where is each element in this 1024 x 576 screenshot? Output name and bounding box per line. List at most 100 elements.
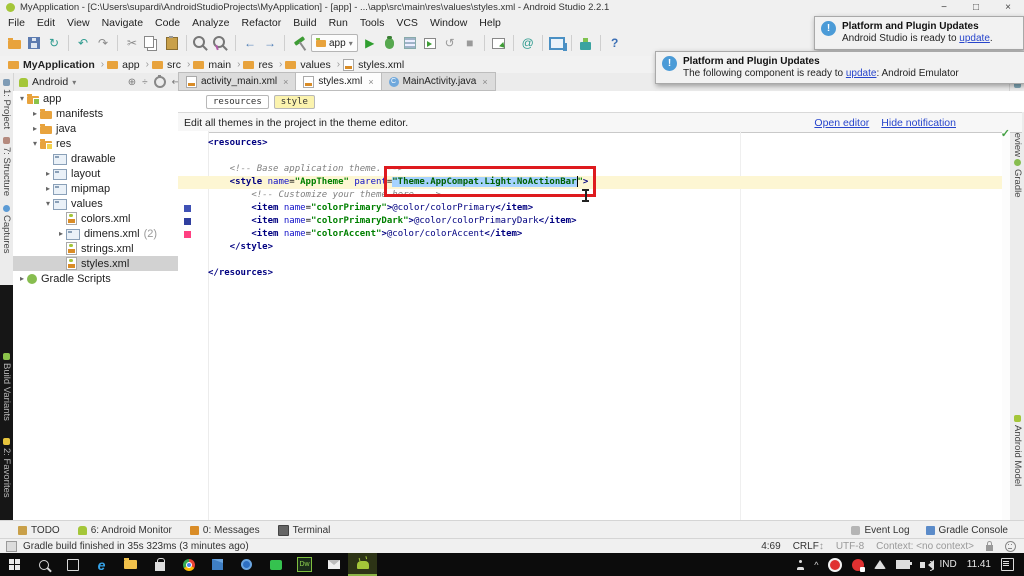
color-swatch-icon[interactable]: [184, 205, 191, 212]
menu-help[interactable]: Help: [473, 17, 507, 29]
tool-button-captures[interactable]: Captures: [0, 205, 13, 254]
lock-icon[interactable]: [986, 545, 993, 551]
tree-item-res[interactable]: ▾res: [13, 136, 178, 151]
tree-collapsed-icon[interactable]: ▸: [17, 274, 27, 283]
close-icon[interactable]: ×: [283, 77, 288, 87]
tool-button-build-variants[interactable]: Build Variants: [0, 353, 13, 421]
tree-item-manifests[interactable]: ▸manifests: [13, 106, 178, 121]
start-button[interactable]: [0, 553, 29, 576]
android-studio-taskbar-icon[interactable]: [348, 553, 377, 576]
hide-notification-link[interactable]: Hide notification: [881, 117, 956, 129]
tool-button-event-log[interactable]: Event Log: [851, 525, 909, 536]
tool-button-todo[interactable]: TODO: [18, 525, 60, 536]
breadcrumb-item-app[interactable]: app: [107, 59, 140, 71]
breadcrumb-item-values[interactable]: values: [285, 59, 330, 71]
edge-icon[interactable]: e: [87, 553, 116, 576]
menu-view[interactable]: View: [61, 17, 96, 29]
editor-scrollbar[interactable]: [1002, 131, 1010, 520]
tool-button-gradle-console[interactable]: Gradle Console: [926, 525, 1008, 536]
copy-icon[interactable]: [142, 33, 162, 53]
breadcrumb-item-res[interactable]: res: [243, 59, 273, 71]
close-icon[interactable]: ×: [482, 77, 487, 87]
mail-icon[interactable]: [319, 553, 348, 576]
file-explorer-icon[interactable]: [116, 553, 145, 576]
attach-debugger-icon[interactable]: [420, 33, 440, 53]
tree-item-java[interactable]: ▸java: [13, 121, 178, 136]
replace-icon[interactable]: [211, 33, 231, 53]
encoding-widget[interactable]: UTF-8: [836, 541, 864, 552]
project-view-selector[interactable]: Android: [32, 76, 68, 88]
color-swatch-icon[interactable]: [184, 218, 191, 225]
app-blue-icon[interactable]: [232, 553, 261, 576]
recorder2-icon[interactable]: [852, 559, 864, 571]
restore-button[interactable]: □: [960, 0, 992, 15]
gradle-build-icon[interactable]: @: [518, 33, 538, 53]
run-icon[interactable]: ▶: [360, 33, 380, 53]
battery-icon[interactable]: [896, 560, 910, 569]
tool-button-structure[interactable]: 7: Structure: [0, 137, 13, 196]
tree-collapsed-icon[interactable]: ▸: [30, 109, 40, 118]
inspections-profile-icon[interactable]: [1005, 541, 1016, 552]
tree-item-styles-xml[interactable]: styles.xml: [13, 256, 178, 271]
redo-icon[interactable]: ↷: [93, 33, 113, 53]
taskbar-search-icon[interactable]: [29, 553, 58, 576]
menu-analyze[interactable]: Analyze: [186, 17, 235, 29]
language-indicator[interactable]: IND: [939, 559, 956, 570]
sync-gradle-icon[interactable]: [489, 33, 509, 53]
cut-icon[interactable]: ✂: [122, 33, 142, 53]
tree-item-colors-xml[interactable]: colors.xml: [13, 211, 178, 226]
restart-icon[interactable]: ↺: [440, 33, 460, 53]
save-icon[interactable]: [24, 33, 44, 53]
tree-collapsed-icon[interactable]: ▸: [43, 184, 53, 193]
menu-file[interactable]: File: [2, 17, 31, 29]
tray-expand-icon[interactable]: ^: [814, 560, 818, 570]
context-widget[interactable]: Context: <no context>: [876, 541, 974, 552]
tree-expanded-icon[interactable]: ▾: [30, 139, 40, 148]
tree-item-values[interactable]: ▾values: [13, 196, 178, 211]
menu-tools[interactable]: Tools: [354, 17, 391, 29]
tab-mainactivity-java[interactable]: CMainActivity.java×: [382, 72, 496, 91]
action-center-icon[interactable]: [1001, 558, 1014, 571]
people-icon[interactable]: [797, 560, 804, 567]
tree-collapsed-icon[interactable]: ▸: [30, 124, 40, 133]
tree-collapsed-icon[interactable]: ▸: [56, 229, 66, 238]
menu-code[interactable]: Code: [149, 17, 186, 29]
tree-expanded-icon[interactable]: ▾: [17, 94, 27, 103]
tool-button-messages[interactable]: 0: Messages: [190, 525, 260, 536]
debug-icon[interactable]: [380, 33, 400, 53]
tab-styles-xml[interactable]: styles.xml×: [296, 72, 381, 91]
dreamweaver-icon[interactable]: Dw: [290, 553, 319, 576]
update-link[interactable]: update: [846, 68, 877, 79]
wifi-icon[interactable]: [874, 560, 886, 569]
chevron-down-icon[interactable]: ▾: [72, 78, 76, 87]
breadcrumb-resources[interactable]: resources: [206, 95, 269, 109]
recorder-icon[interactable]: [828, 558, 842, 572]
clock[interactable]: 11.41: [967, 559, 991, 570]
paste-icon[interactable]: [162, 33, 182, 53]
forward-icon[interactable]: →: [260, 33, 280, 53]
app-cube-icon[interactable]: [203, 553, 232, 576]
menu-vcs[interactable]: VCS: [390, 17, 424, 29]
avd-manager-icon[interactable]: [547, 33, 567, 53]
chrome-icon[interactable]: [174, 553, 203, 576]
tree-collapsed-icon[interactable]: ▸: [43, 169, 53, 178]
line-separator-widget[interactable]: CRLF↕: [793, 541, 824, 552]
tree-item-gradle-scripts[interactable]: ▸Gradle Scripts: [13, 271, 178, 286]
tool-button-android-model[interactable]: Android Model: [1011, 415, 1024, 486]
open-icon[interactable]: [4, 33, 24, 53]
notification-platform-updates-2[interactable]: ! Platform and Plugin Updates The follow…: [655, 51, 1024, 84]
code-editor[interactable]: <resources> <!-- Base application theme.…: [208, 131, 1002, 520]
coverage-icon[interactable]: [400, 33, 420, 53]
close-icon[interactable]: ×: [368, 77, 373, 87]
tool-button-project[interactable]: 1: Project: [0, 79, 13, 129]
help-icon[interactable]: ?: [605, 33, 625, 53]
run-configuration-select[interactable]: app ▾: [311, 34, 358, 52]
make-project-icon[interactable]: [289, 33, 309, 53]
notification-platform-updates-1[interactable]: ! Platform and Plugin Updates Android St…: [814, 16, 1024, 50]
caret-position[interactable]: 4:69: [761, 541, 780, 552]
sdk-manager-icon[interactable]: [576, 33, 596, 53]
menu-window[interactable]: Window: [424, 17, 473, 29]
tree-item-layout[interactable]: ▸layout: [13, 166, 178, 181]
collapse-all-icon[interactable]: ÷: [142, 77, 148, 88]
menu-build[interactable]: Build: [287, 17, 322, 29]
